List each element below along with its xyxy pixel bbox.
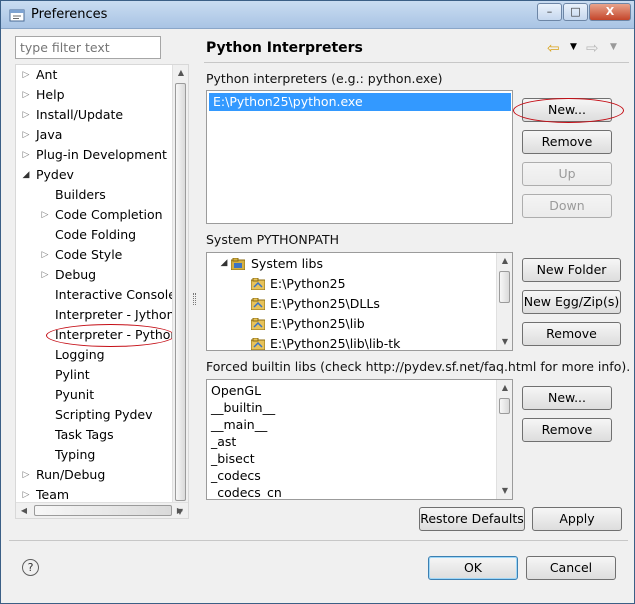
expand-arrow-icon[interactable]: ▷: [21, 85, 31, 105]
collapse-arrow-icon[interactable]: ◢: [219, 258, 229, 268]
forced-builtins-list[interactable]: OpenGL __builtin__ __main__ _ast _bisect…: [206, 379, 513, 500]
help-icon[interactable]: ?: [22, 559, 39, 576]
minimize-button[interactable]: –: [537, 3, 562, 21]
interpreters-label: Python interpreters (e.g.: python.exe): [206, 71, 443, 86]
expand-arrow-icon[interactable]: ▷: [21, 105, 31, 125]
ok-button[interactable]: OK: [428, 556, 518, 580]
pythonpath-entry[interactable]: E:\Python25: [270, 275, 346, 292]
pythonpath-entry[interactable]: E:\Python25\lib\lib-tk: [270, 335, 400, 350]
interpreter-up-button[interactable]: Up: [522, 162, 612, 186]
window-title: Preferences: [31, 7, 108, 22]
cancel-button[interactable]: Cancel: [526, 556, 616, 580]
forward-menu-chevron-icon[interactable]: ▼: [610, 42, 617, 52]
folder-icon: [251, 318, 265, 330]
expand-arrow-icon[interactable]: ▷: [40, 245, 50, 265]
page-title: Python Interpreters: [206, 40, 363, 56]
pythonpath-remove-button[interactable]: Remove: [522, 322, 621, 346]
title-bar[interactable]: Preferences – □ X: [1, 1, 634, 29]
scroll-thumb[interactable]: [499, 398, 510, 414]
pythonpath-label: System PYTHONPATH: [206, 232, 340, 247]
restore-defaults-button[interactable]: Restore Defaults: [419, 507, 525, 531]
scroll-up-arrow-icon[interactable]: ▲: [497, 253, 512, 269]
scroll-down-arrow-icon[interactable]: ▼: [497, 334, 512, 350]
back-menu-chevron-icon[interactable]: ▼: [570, 42, 577, 52]
back-arrow-icon[interactable]: ⇦: [547, 39, 560, 57]
folder-icon: [251, 298, 265, 310]
preferences-icon: [9, 9, 25, 22]
folder-icon: [251, 278, 265, 290]
forced-builtin-item[interactable]: _codecs_cn: [211, 484, 282, 499]
tree-horizontal-scrollbar[interactable]: ◀ ▶: [16, 502, 188, 518]
annotation-oval: [513, 98, 624, 123]
expand-arrow-icon[interactable]: ▷: [21, 465, 31, 485]
apply-button[interactable]: Apply: [532, 507, 622, 531]
expand-arrow-icon[interactable]: ▷: [21, 65, 31, 85]
footer-separator: [9, 540, 628, 541]
forced-builtin-item[interactable]: _ast: [211, 433, 236, 450]
forced-new-button[interactable]: New...: [522, 386, 612, 410]
forward-arrow-icon[interactable]: ⇨: [586, 39, 599, 57]
forced-builtins-scrollbar[interactable]: ▲ ▼: [496, 380, 512, 499]
pythonpath-root[interactable]: System libs: [251, 255, 323, 272]
forced-builtins-label: Forced builtin libs (check http://pydev.…: [206, 359, 631, 374]
sash-handle[interactable]: [193, 293, 196, 305]
interpreters-list[interactable]: E:\Python25\python.exe: [206, 90, 513, 224]
scroll-thumb[interactable]: [499, 271, 510, 303]
new-folder-button[interactable]: New Folder: [522, 258, 621, 282]
forced-remove-button[interactable]: Remove: [522, 418, 612, 442]
tree-vertical-scrollbar[interactable]: ▲: [172, 65, 188, 502]
scroll-up-arrow-icon[interactable]: ▲: [497, 380, 512, 396]
interpreter-down-button[interactable]: Down: [522, 194, 612, 218]
scroll-down-arrow-icon[interactable]: ▼: [497, 483, 512, 499]
annotation-oval: [46, 324, 175, 347]
forced-builtin-item[interactable]: __main__: [211, 416, 267, 433]
interpreter-row[interactable]: E:\Python25\python.exe: [209, 93, 511, 111]
header-separator: [204, 62, 629, 63]
forced-builtin-item[interactable]: __builtin__: [211, 399, 275, 416]
pythonpath-scrollbar[interactable]: ▲ ▼: [496, 253, 512, 350]
scroll-thumb[interactable]: [34, 505, 172, 516]
expand-arrow-icon[interactable]: ▷: [21, 125, 31, 145]
pythonpath-entry[interactable]: E:\Python25\lib: [270, 315, 365, 332]
library-icon: [231, 258, 245, 270]
new-egg-zip-button[interactable]: New Egg/Zip(s): [522, 290, 621, 314]
forced-builtin-item[interactable]: OpenGL: [211, 382, 261, 399]
pythonpath-entry[interactable]: E:\Python25\DLLs: [270, 295, 380, 312]
scroll-left-arrow-icon[interactable]: ◀: [16, 503, 32, 518]
interpreter-remove-button[interactable]: Remove: [522, 130, 612, 154]
scroll-thumb[interactable]: [175, 83, 186, 501]
expand-arrow-icon[interactable]: ▷: [21, 145, 31, 165]
forced-builtin-item[interactable]: _bisect: [211, 450, 255, 467]
scroll-down-arrow-icon[interactable]: ▼: [172, 504, 188, 520]
maximize-button[interactable]: □: [563, 3, 588, 21]
filter-input[interactable]: [15, 36, 161, 59]
collapse-arrow-icon[interactable]: ◢: [21, 165, 31, 185]
folder-icon: [251, 338, 265, 350]
preferences-window: Preferences – □ X ▷Ant ▷Help ▷Install/Up…: [0, 0, 635, 604]
expand-arrow-icon[interactable]: ▷: [40, 205, 50, 225]
scroll-up-arrow-icon[interactable]: ▲: [173, 65, 188, 81]
expand-arrow-icon[interactable]: ▷: [40, 265, 50, 285]
preference-tree: ▷ Ant ▷ Help ▷ Install/Update ▷ Java ▷ Plug-i…: [15, 64, 189, 519]
pythonpath-tree[interactable]: ◢ System libs E:\Python25 E:\Python25\DL…: [206, 252, 513, 351]
forced-builtin-item[interactable]: _codecs: [211, 467, 261, 484]
close-button[interactable]: X: [589, 3, 631, 21]
